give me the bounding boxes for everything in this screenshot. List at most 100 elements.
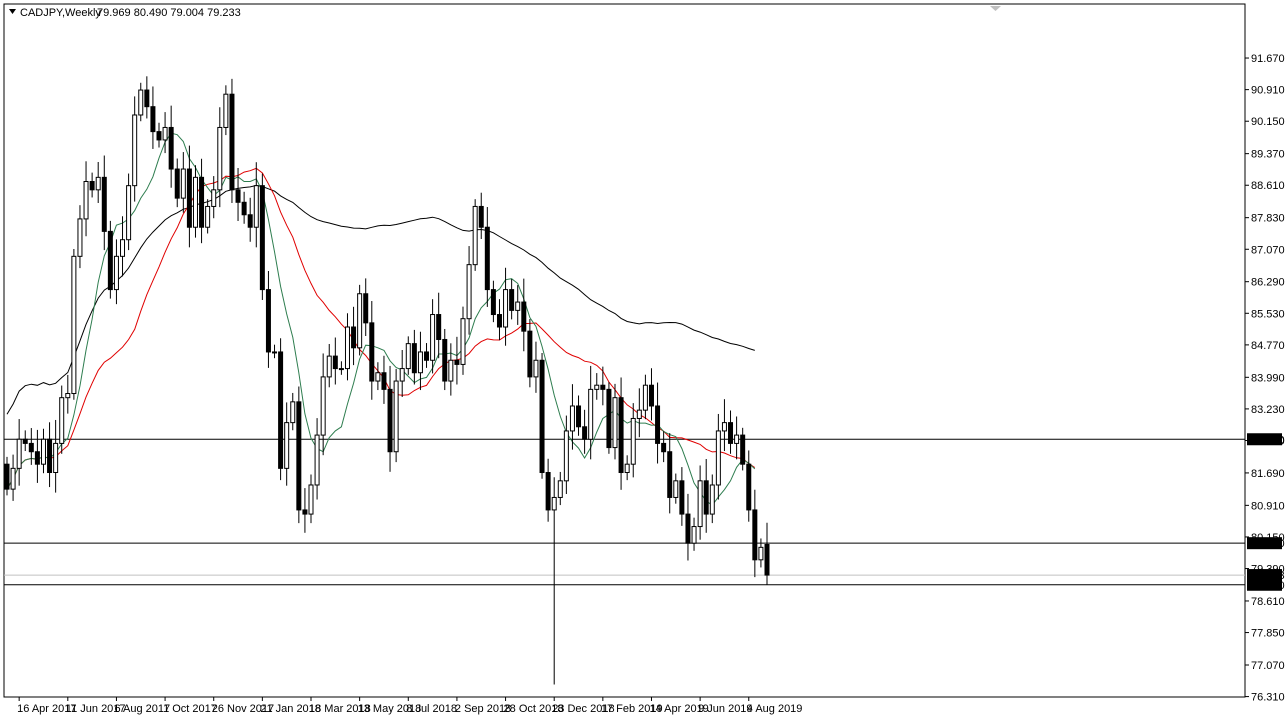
candle-body-bear (174, 168, 180, 199)
y-tick-label: 87.830 (1251, 213, 1285, 225)
candle-body-bull (466, 264, 472, 320)
candle-body-bull (691, 526, 697, 544)
level-tag-80.000: 80.000 (1247, 537, 1285, 550)
candle-body-bear (22, 438, 28, 444)
candle-body-bull (326, 355, 332, 378)
y-tick-label: 81.690 (1251, 468, 1285, 480)
candle-body-bull (138, 89, 144, 116)
candle-body-bull (503, 289, 509, 328)
y-tick-label: 76.310 (1251, 692, 1285, 704)
candle-body-bull (594, 384, 600, 390)
candle-body-bear (490, 289, 496, 316)
candle-body-bear (478, 205, 484, 228)
candle-body-bull (642, 384, 648, 411)
candle (472, 199, 478, 271)
candle-body-bear (539, 359, 545, 474)
candle-body-bull (357, 293, 363, 349)
candle-body-bull (59, 397, 65, 444)
candle-body-bull (338, 368, 344, 371)
candle-body-bear (89, 181, 95, 191)
candle-body-bear (648, 384, 654, 407)
price-axis[interactable]: 91.670 90.910 90.150 89.370 88.610 87.830 87.0… (1245, 53, 1285, 704)
candle-body-bear (107, 230, 113, 291)
plot-frame (3, 3, 1246, 698)
candle-body-bull (515, 301, 521, 311)
candle-body-bull (217, 126, 223, 191)
candle-body-bear (740, 434, 746, 465)
candle-body-bull (77, 218, 83, 257)
candle-body-bear (369, 322, 375, 382)
level-tag-80.000-label: 80.000 (1251, 538, 1285, 550)
candle-body-bear (764, 543, 770, 576)
candle-body-bull (563, 430, 569, 482)
y-tick-label: 84.770 (1251, 340, 1285, 352)
y-tick-label: 77.070 (1251, 660, 1285, 672)
candle (259, 173, 265, 300)
price-chart[interactable]: 91.670 90.910 90.150 89.370 88.610 87.830 87.0… (0, 0, 1288, 722)
candle-body-bear (186, 168, 192, 228)
candle-body-bull (630, 417, 636, 465)
y-tick-label: 88.610 (1251, 180, 1285, 192)
time-axis[interactable]: 16 Apr 201711 Jun 20176 Aug 20171 Oct 20… (17, 697, 802, 715)
candle-body-bull (83, 181, 89, 220)
candle-body-bear (259, 185, 265, 291)
candle-body-bear (34, 451, 40, 465)
candle-body-bull (272, 351, 278, 354)
candle-body-bear (265, 289, 271, 353)
candle-body-bull (715, 430, 721, 486)
candle-body-bear (576, 405, 582, 428)
y-tick-label: 83.230 (1251, 404, 1285, 416)
candle-body-bear (442, 338, 448, 382)
candle-body-bear (454, 359, 460, 365)
current-price-tag-label: 79.233 (1251, 570, 1285, 582)
x-tick-label: 1 Oct 2017 (163, 703, 217, 715)
candle-body-bull (624, 463, 630, 474)
candle-body-bear (703, 480, 709, 515)
candle-body-bull (417, 351, 423, 374)
candle-body-bear (527, 330, 533, 378)
current-price-tag: 79.233 (1247, 569, 1285, 582)
candle-body-bull (162, 126, 168, 141)
candle-body-bear (685, 513, 691, 544)
y-tick-label: 89.370 (1251, 149, 1285, 161)
y-tick-label: 90.910 (1251, 85, 1285, 97)
y-tick-label: 91.670 (1251, 53, 1285, 65)
candle-body-bear (332, 355, 338, 370)
candle-body-bear (351, 326, 357, 349)
candle-body-bull (192, 176, 198, 228)
candle-body-bear (168, 126, 174, 170)
y-tick-label: 86.290 (1251, 277, 1285, 289)
candle-body-bear (606, 388, 612, 449)
candle-body-bull (673, 480, 679, 498)
candle-body-bear (4, 463, 10, 490)
candle-body-bear (436, 314, 442, 340)
candle-body-bull (211, 189, 217, 207)
candle-body-bear (387, 388, 393, 453)
candle-body-bear (545, 472, 551, 511)
candle-body-bull (569, 405, 575, 432)
candle-body-bull (180, 168, 186, 199)
candle (296, 386, 302, 524)
candle-body-bull (284, 422, 290, 469)
candle-body-bull (533, 359, 539, 378)
candle-body-bear (199, 176, 205, 228)
level-tag-82.500: 82.500 (1247, 433, 1285, 446)
candle-body-bull (65, 393, 71, 399)
candle-body-bull (612, 397, 618, 449)
candle-body-bull (399, 368, 405, 382)
symbol-title: CADJPY,Weekly (20, 7, 101, 19)
candle-body-bull (472, 205, 478, 266)
candle (278, 338, 284, 481)
candle-body-bear (302, 509, 308, 515)
y-tick-label: 90.150 (1251, 116, 1285, 128)
candle-body-bull (10, 467, 16, 490)
candle-body-bull (40, 438, 46, 465)
x-tick-label: 9 Jun 2019 (698, 703, 752, 715)
x-tick-label: 8 Jul 2018 (406, 703, 457, 715)
candle-body-bear (582, 426, 588, 440)
candle-body-bear (296, 401, 302, 511)
candle-body-bull (551, 496, 557, 511)
candle-body-bear (600, 384, 606, 390)
candle-body-bear (752, 509, 758, 561)
candle-body-bear (144, 89, 150, 108)
